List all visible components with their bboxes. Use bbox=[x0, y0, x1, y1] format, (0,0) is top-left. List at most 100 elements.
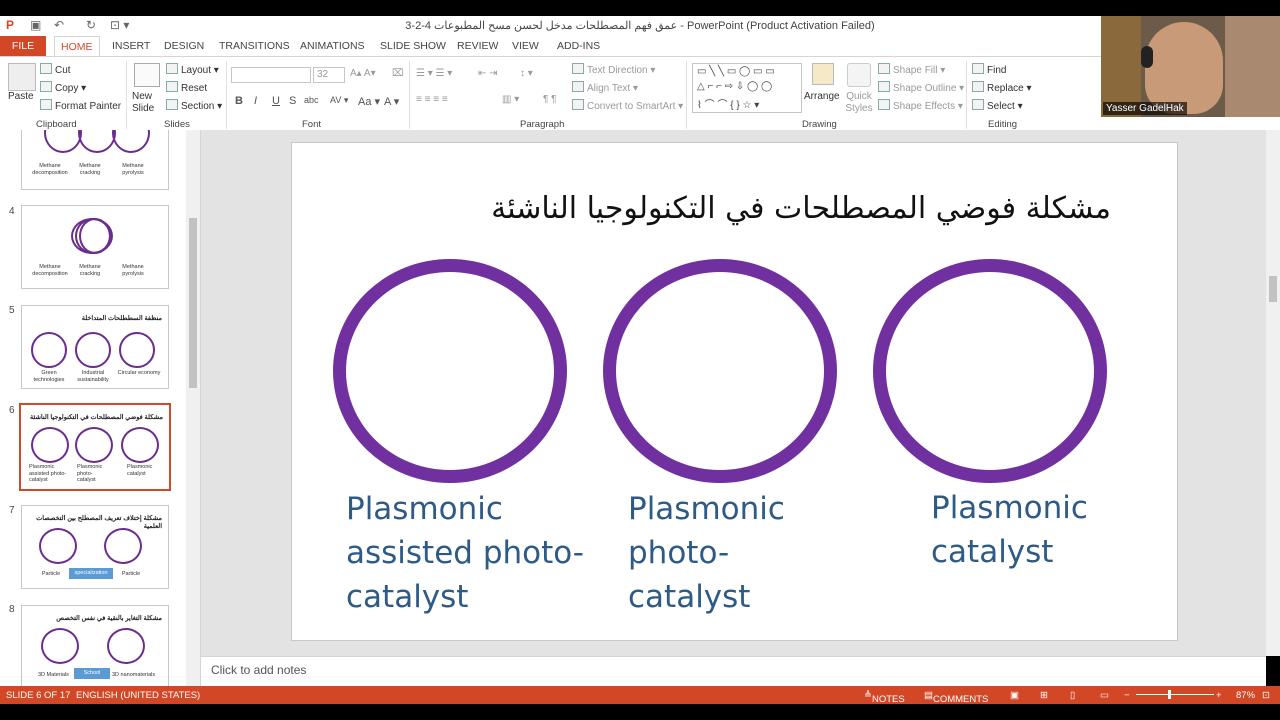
webcam-overlay: Yasser GadelHak bbox=[1101, 16, 1280, 117]
columns-icon[interactable]: ▥ ▾ bbox=[502, 94, 519, 105]
indent-icon[interactable]: ⇤ ⇥ bbox=[478, 68, 498, 79]
tab-slide-show[interactable]: SLIDE SHOW bbox=[380, 40, 446, 52]
paste-button[interactable]: Paste bbox=[8, 91, 34, 102]
slide-number: 8 bbox=[9, 604, 15, 615]
shapes-gallery[interactable]: ▭ ╲ ╲ ▭ ◯ ▭ ▭ △ ⌐ ⌐ ⇨ ⇩ ◯ ◯ ⌇ ⌒ ⌒ { } ☆ … bbox=[692, 63, 802, 113]
smartart-button[interactable]: Convert to SmartArt ▾ bbox=[572, 99, 683, 112]
text-direction-icon bbox=[572, 63, 584, 74]
slide-scrollbar[interactable] bbox=[1266, 130, 1280, 656]
align-icons[interactable]: ≡ ≡ ≡ ≡ bbox=[416, 94, 448, 105]
shape-effects-button[interactable]: Shape Effects ▾ bbox=[878, 99, 963, 112]
layout-button[interactable]: Layout ▾ bbox=[166, 63, 219, 76]
select-button[interactable]: Select ▾ bbox=[972, 99, 1023, 112]
text-direction-button[interactable]: Text Direction ▾ bbox=[572, 63, 655, 76]
tab-animations[interactable]: ANIMATIONS bbox=[300, 40, 365, 52]
line-spacing-icon[interactable]: ↕ ▾ bbox=[520, 68, 533, 79]
notes-pane[interactable]: Click to add notes bbox=[201, 656, 1266, 687]
quick-styles-button[interactable]: Quick Styles bbox=[842, 91, 876, 115]
caption-plasmonic-photo-catalyst[interactable]: Plasmonic photo- catalyst bbox=[628, 487, 785, 619]
shape-outline-button[interactable]: Shape Outline ▾ bbox=[878, 81, 964, 94]
paragraph-group-label: Paragraph bbox=[520, 119, 565, 130]
zoom-out-icon[interactable]: − bbox=[1124, 690, 1130, 701]
cut-button[interactable]: Cut bbox=[40, 63, 71, 76]
char-spacing-icon[interactable]: abc bbox=[304, 95, 319, 105]
slide-thumbnails-pane[interactable]: Methane decomposition Methane cracking M… bbox=[0, 130, 201, 686]
reset-button[interactable]: Reset bbox=[166, 81, 207, 94]
layout-icon bbox=[166, 63, 178, 74]
slideshow-view-icon[interactable]: ▭ bbox=[1100, 690, 1109, 701]
scroll-thumb[interactable] bbox=[189, 218, 197, 388]
font-group-label: Font bbox=[302, 119, 322, 130]
spacing-icon[interactable]: AV ▾ bbox=[330, 95, 348, 106]
slide-thumbnail-8[interactable]: مشكلة التغاير بالنقية في نفس التخصص 3D M… bbox=[21, 605, 169, 686]
new-slide-button[interactable]: New Slide bbox=[132, 91, 162, 115]
shape-fill-button[interactable]: Shape Fill ▾ bbox=[878, 63, 945, 76]
tab-insert[interactable]: INSERT bbox=[112, 40, 150, 52]
caption-plasmonic-assisted-photo-catalyst[interactable]: Plasmonic assisted photo- catalyst bbox=[346, 487, 584, 619]
fit-to-window-icon[interactable]: ⊡ bbox=[1262, 690, 1270, 701]
slide-thumbnail-4[interactable]: Methane decomposition Methane cracking M… bbox=[21, 205, 169, 289]
zoom-level[interactable]: 87% bbox=[1236, 690, 1255, 701]
slide-thumbnail-3[interactable]: Methane decomposition Methane cracking M… bbox=[21, 130, 169, 190]
thumbnail-scrollbar[interactable] bbox=[186, 130, 200, 686]
replace-button[interactable]: Replace ▾ bbox=[972, 81, 1032, 94]
tab-file[interactable]: FILE bbox=[0, 36, 46, 56]
notes-placeholder[interactable]: Click to add notes bbox=[211, 663, 306, 677]
clear-format-icon[interactable]: ⌧ bbox=[392, 68, 404, 79]
section-icon bbox=[166, 99, 178, 110]
reading-view-icon[interactable]: ▯ bbox=[1070, 690, 1075, 701]
slide-sorter-icon[interactable]: ⊞ bbox=[1040, 690, 1048, 701]
section-button[interactable]: Section ▾ bbox=[166, 99, 222, 112]
arrange-button[interactable]: Arrange bbox=[804, 91, 840, 102]
quick-styles-icon[interactable] bbox=[847, 63, 871, 87]
bullets-icon[interactable]: ☰ ▾ ☰ ▾ bbox=[416, 68, 452, 79]
align-text-button[interactable]: Align Text ▾ bbox=[572, 81, 638, 94]
bold-icon[interactable]: B bbox=[235, 95, 243, 107]
italic-icon[interactable]: I bbox=[254, 95, 257, 107]
font-grow-icon[interactable]: A▴ A▾ bbox=[350, 68, 376, 79]
tab-view[interactable]: VIEW bbox=[512, 40, 539, 52]
select-icon bbox=[972, 99, 984, 110]
font-size-box[interactable]: 32 bbox=[313, 67, 345, 83]
align-text-icon bbox=[572, 81, 584, 92]
slide-title[interactable]: مشكلة فوضي المصطلحات في التكنولوجيا النا… bbox=[491, 191, 1111, 226]
normal-view-icon[interactable]: ▣ bbox=[1010, 690, 1019, 701]
tab-add-ins[interactable]: ADD-INS bbox=[557, 40, 600, 52]
circle-shape[interactable] bbox=[603, 259, 837, 483]
copy-button[interactable]: Copy ▾ bbox=[40, 81, 86, 94]
circle-shape[interactable] bbox=[873, 259, 1107, 483]
zoom-slider-thumb[interactable] bbox=[1168, 690, 1171, 699]
circle-shape[interactable] bbox=[333, 259, 567, 483]
tab-home[interactable]: HOME bbox=[54, 36, 100, 57]
slide-number: 4 bbox=[9, 206, 15, 217]
reset-icon bbox=[166, 81, 178, 92]
zoom-slider[interactable] bbox=[1136, 694, 1214, 695]
slide-thumbnail-7[interactable]: مشكلة إختلاف تعريف المصطلح بين التخصصات … bbox=[21, 505, 169, 589]
format-painter-button[interactable]: Format Painter bbox=[40, 99, 121, 112]
arrange-icon[interactable] bbox=[812, 63, 834, 85]
scroll-thumb[interactable] bbox=[1269, 276, 1277, 302]
headset-icon bbox=[1141, 46, 1153, 68]
slide-thumbnail-5[interactable]: منظفة السططلحات المتداخلة Green technolo… bbox=[21, 305, 169, 389]
language-indicator[interactable]: ENGLISH (UNITED STATES) bbox=[76, 690, 200, 701]
new-slide-icon[interactable] bbox=[134, 63, 160, 87]
current-slide[interactable]: مشكلة فوضي المصطلحات في التكنولوجيا النا… bbox=[291, 142, 1178, 641]
font-name-box[interactable] bbox=[231, 67, 311, 83]
change-case-icon[interactable]: Aa ▾ bbox=[358, 95, 380, 108]
underline-icon[interactable]: U bbox=[272, 95, 280, 107]
caption-plasmonic-catalyst[interactable]: Plasmonic catalyst bbox=[931, 486, 1088, 574]
smartart-icon bbox=[572, 99, 584, 110]
paste-icon[interactable] bbox=[8, 63, 36, 91]
tab-review[interactable]: REVIEW bbox=[457, 40, 498, 52]
font-color-icon[interactable]: A ▾ bbox=[384, 95, 399, 108]
brush-icon bbox=[40, 99, 52, 110]
strike-icon[interactable]: S bbox=[289, 95, 296, 107]
tab-design[interactable]: DESIGN bbox=[164, 40, 204, 52]
notes-button[interactable]: ≜ NOTES bbox=[864, 690, 905, 705]
find-button[interactable]: Find bbox=[972, 63, 1006, 76]
rtl-icon[interactable]: ¶ ¶ bbox=[543, 94, 557, 105]
slide-thumbnail-6[interactable]: مشكلة فوضي المصطلحات في التكنولوجيا النا… bbox=[19, 403, 171, 491]
tab-transitions[interactable]: TRANSITIONS bbox=[219, 40, 290, 52]
comments-button[interactable]: ▤ COMMENTS bbox=[924, 690, 988, 705]
zoom-in-icon[interactable]: + bbox=[1216, 690, 1222, 701]
